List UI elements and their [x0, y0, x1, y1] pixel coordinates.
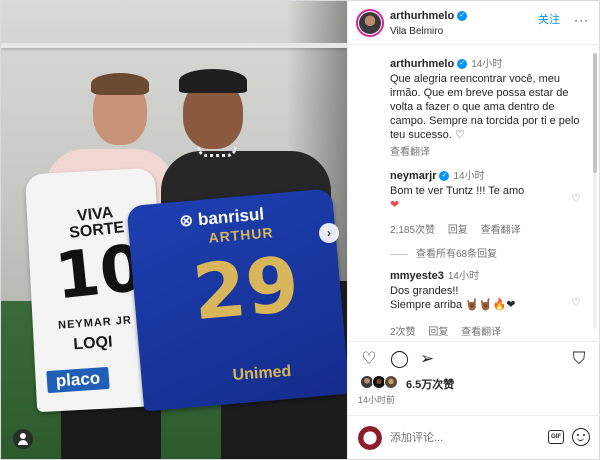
comment-likes-count[interactable]: 2,185次赞: [390, 225, 435, 236]
comment-username[interactable]: mmyeste3: [390, 270, 444, 282]
verified-icon: ✓: [439, 171, 450, 182]
caption-translate-link[interactable]: 查看翻译: [390, 147, 430, 158]
comment-meta: 2,185次赞 回复 查看翻译: [390, 221, 531, 236]
like-icon[interactable]: ♡: [360, 350, 378, 368]
emoji-icon[interactable]: [572, 428, 590, 446]
caption-time[interactable]: 14小时: [471, 59, 502, 70]
post-actions: ♡ ◯ ➢ ⛉: [348, 341, 600, 375]
author-username-row: arthurhmelo ✓: [390, 10, 468, 22]
instagram-post-modal: VIVA SORTE 10 NEYMAR JR LOQI placo ⊗ ban…: [0, 0, 600, 460]
comment-time[interactable]: 14小时: [453, 171, 484, 182]
comment-text-line1: Dos grandes!!: [390, 285, 459, 297]
caption-avatar[interactable]: [356, 57, 380, 81]
viewer-avatar: [358, 426, 382, 450]
comment-like-icon[interactable]: ♡: [570, 297, 582, 309]
viewer-avatar-image: [358, 426, 382, 450]
scrollbar-thumb[interactable]: [593, 53, 597, 173]
blue-jersey-number: 29: [189, 239, 303, 338]
person-arthur-hair: [91, 73, 149, 95]
comment-icon[interactable]: ◯: [390, 350, 409, 368]
author-avatar-image: [359, 12, 381, 34]
comment-username[interactable]: neymarjr: [390, 170, 436, 182]
comment-reply-link[interactable]: 回复: [448, 225, 468, 236]
post-location[interactable]: Vila Belmiro: [390, 26, 443, 37]
post-photo[interactable]: VIVA SORTE 10 NEYMAR JR LOQI placo ⊗ ban…: [1, 1, 347, 459]
more-options-icon[interactable]: ···: [574, 13, 589, 27]
comment-text-block: neymarjr ✓ 14小时 Bom te ver Tuntz !!! Te am…: [390, 169, 580, 212]
comment-translate-link[interactable]: 查看翻译: [461, 327, 501, 338]
comment-translate-link[interactable]: 查看翻译: [481, 225, 521, 236]
comment-avatar[interactable]: [356, 171, 380, 195]
save-icon[interactable]: ⛉: [570, 350, 588, 368]
person-neymar-cap: [179, 69, 247, 93]
comment-avatar[interactable]: [356, 271, 380, 295]
comment-text-line2: Siempre arriba: [390, 299, 463, 311]
verified-icon: ✓: [457, 59, 468, 70]
comment-emoji: 🤘🏾🤘🏾🔥❤: [465, 299, 516, 311]
comment-meta: 2次赞 回复 查看翻译: [390, 323, 511, 338]
post-timestamp[interactable]: 14小时前: [358, 393, 395, 406]
author-username[interactable]: arthurhmelo: [390, 10, 454, 22]
comment-text: Bom te ver Tuntz !!! Te amo: [390, 185, 525, 197]
add-comment-bar: GIF: [348, 415, 600, 459]
comment-input[interactable]: [390, 430, 540, 446]
comment-emoji: ❤: [390, 199, 400, 211]
verified-icon: ✓: [457, 11, 468, 22]
person-neymar-chain: [197, 147, 237, 157]
caption-meta: 查看翻译: [390, 143, 440, 158]
likes-count[interactable]: 6.5万次赞: [406, 376, 454, 392]
comment-time[interactable]: 14小时: [448, 271, 479, 282]
comment-like-icon[interactable]: ♡: [570, 193, 582, 205]
comment-text-block: mmyeste3 14小时 Dos grandes!! Siempre arrib…: [390, 269, 580, 312]
comments-list[interactable]: arthurhmelo ✓ 14小时 Que alegria reencontrar…: [348, 45, 592, 339]
view-replies-link[interactable]: 查看所有68条回复: [390, 245, 497, 260]
follow-button[interactable]: 关注: [538, 11, 560, 27]
tagged-users-icon[interactable]: [13, 429, 33, 449]
share-icon[interactable]: ➢: [418, 350, 436, 368]
caption-text: Que alegria reencontrar você, meu irmão.…: [390, 73, 580, 141]
caption-text-block: arthurhmelo ✓ 14小时 Que alegria reencontrar…: [390, 57, 580, 142]
post-details-panel: arthurhmelo ✓ Vila Belmiro 关注 ··· arthurh…: [347, 1, 600, 459]
next-photo-button[interactable]: ›: [319, 223, 339, 243]
liker-avatar: [384, 375, 398, 389]
photo-pipe: [1, 43, 347, 48]
comment-likes-count[interactable]: 2次赞: [390, 327, 416, 338]
post-header: arthurhmelo ✓ Vila Belmiro 关注 ···: [348, 1, 600, 45]
caption-username[interactable]: arthurhmelo: [390, 58, 454, 70]
author-avatar[interactable]: [356, 9, 384, 37]
white-jersey-brand: placo: [46, 366, 110, 394]
likes-row[interactable]: 6.5万次赞: [348, 373, 600, 393]
comment-reply-link[interactable]: 回复: [428, 327, 448, 338]
gif-icon[interactable]: GIF: [548, 430, 564, 444]
comments-scrollbar[interactable]: [593, 53, 597, 329]
